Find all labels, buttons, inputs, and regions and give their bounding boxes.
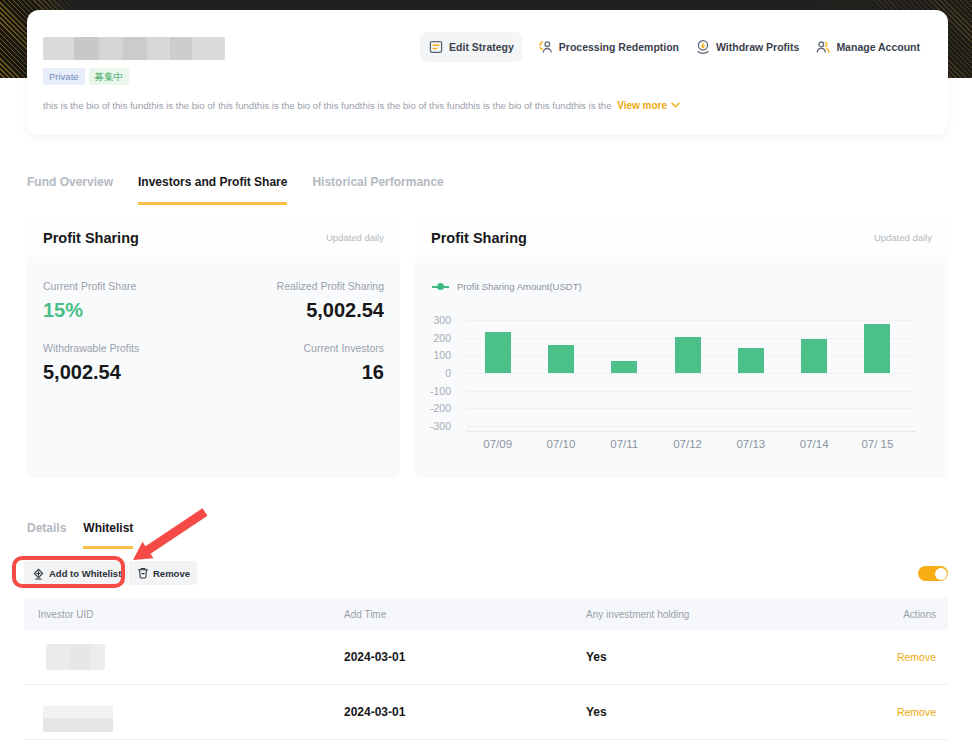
whitelist-tabs: Details Whitelist <box>27 521 133 549</box>
edit-strategy-icon <box>428 39 444 55</box>
processing-redemption-icon <box>538 39 554 55</box>
header-actions: Actions <box>816 609 936 620</box>
table-row: 2024-03-01 Yes Remove <box>24 630 948 685</box>
y-axis-label: -300 <box>425 420 451 432</box>
gridline <box>466 391 916 392</box>
withdraw-profits-label: Withdraw Profits <box>716 41 799 53</box>
x-axis-label: 07/10 <box>529 438 593 450</box>
processing-redemption-button[interactable]: Processing Redemption <box>538 39 679 55</box>
annotation-arrow <box>120 500 220 570</box>
tab-historical-performance[interactable]: Historical Performance <box>312 175 443 205</box>
view-more-link[interactable]: View more <box>617 100 680 111</box>
y-axis-label: -200 <box>425 402 451 414</box>
bar-07/ 15 <box>864 324 890 373</box>
profit-chart: 3002001000-100-200-30007/0907/1007/1107/… <box>425 312 926 462</box>
chevron-down-icon <box>667 100 680 111</box>
x-axis-label: 07/11 <box>592 438 656 450</box>
remove-link[interactable]: Remove <box>816 706 936 718</box>
x-axis-label: 07/ 15 <box>845 438 909 450</box>
remove-link[interactable]: Remove <box>816 651 936 663</box>
gridline <box>466 426 916 427</box>
processing-redemption-label: Processing Redemption <box>559 41 679 53</box>
legend-label: Profit Sharing Amount(USDT) <box>457 281 582 292</box>
chart-legend: Profit Sharing Amount(USDT) <box>432 281 582 292</box>
gridline <box>466 373 916 374</box>
stat-current-investors: Current Investors 16 <box>303 342 384 384</box>
bar-07/14 <box>801 339 827 373</box>
x-axis-label: 07/12 <box>656 438 720 450</box>
annotation-highlight-rect <box>12 556 125 588</box>
tab-details[interactable]: Details <box>27 521 66 549</box>
bar-07/11 <box>611 361 637 373</box>
fund-header-card: Edit Strategy Processing Redemption With… <box>27 10 948 135</box>
x-axis-label: 07/14 <box>782 438 846 450</box>
gridline <box>466 320 916 321</box>
y-axis-label: 100 <box>425 349 451 361</box>
x-axis-line <box>466 431 916 432</box>
legend-line-dot-icon <box>432 286 449 288</box>
tab-investors-profit-share[interactable]: Investors and Profit Share <box>138 175 287 205</box>
stat-realized-profit-sharing: Realized Profit Sharing 5,002.54 <box>277 280 384 322</box>
investor-uid-redacted <box>46 644 105 670</box>
withdraw-profits-icon <box>695 39 711 55</box>
y-axis-label: 200 <box>425 332 451 344</box>
whitelist-table: Investor UID Add Time Any investment hol… <box>24 598 948 740</box>
fund-bio: this is the bio of this fundthis is the … <box>43 100 612 111</box>
profit-summary-title: Profit Sharing <box>43 230 139 246</box>
private-badge: Private <box>43 68 85 85</box>
whitelist-toggle[interactable] <box>918 566 948 581</box>
table-header-row: Investor UID Add Time Any investment hol… <box>24 598 948 630</box>
cell-holding: Yes <box>586 650 816 664</box>
y-axis-label: 300 <box>425 314 451 326</box>
bar-07/12 <box>675 337 701 373</box>
main-tabs: Fund Overview Investors and Profit Share… <box>27 175 444 205</box>
bar-07/09 <box>485 332 511 373</box>
recruiting-badge: 募集中 <box>89 68 130 85</box>
manage-account-button[interactable]: Manage Account <box>815 39 920 55</box>
profit-summary-updated: Updated daily <box>326 232 384 243</box>
profit-chart-title: Profit Sharing <box>431 230 527 246</box>
profit-chart-panel: Profit Sharing Updated daily Profit Shar… <box>415 218 948 478</box>
bar-07/13 <box>738 348 764 373</box>
x-axis-label: 07/09 <box>466 438 530 450</box>
profit-chart-updated: Updated daily <box>874 232 932 243</box>
cell-add-time: 2024-03-01 <box>344 705 586 719</box>
header-investor-uid: Investor UID <box>38 609 344 620</box>
header-add-time: Add Time <box>344 609 586 620</box>
manage-account-label: Manage Account <box>836 41 920 53</box>
fund-actions: Edit Strategy Processing Redemption With… <box>420 32 920 62</box>
table-row: 2024-03-01 Yes Remove <box>24 685 948 740</box>
investor-uid-redacted <box>43 706 113 732</box>
bar-07/10 <box>548 345 574 373</box>
cell-add-time: 2024-03-01 <box>344 650 586 664</box>
cell-holding: Yes <box>586 705 816 719</box>
withdraw-profits-button[interactable]: Withdraw Profits <box>695 39 799 55</box>
edit-strategy-label: Edit Strategy <box>449 41 514 53</box>
y-axis-label: 0 <box>425 367 451 379</box>
tab-fund-overview[interactable]: Fund Overview <box>27 175 113 205</box>
y-axis-label: -100 <box>425 385 451 397</box>
stat-current-profit-share: Current Profit Share 15% <box>43 280 136 322</box>
x-axis-label: 07/13 <box>719 438 783 450</box>
gridline <box>466 408 916 409</box>
manage-account-icon <box>815 39 831 55</box>
stat-withdrawable-profits: Withdrawable Profits 5,002.54 <box>43 342 139 384</box>
header-any-investment-holding: Any investment holding <box>586 609 816 620</box>
fund-badges: Private 募集中 <box>43 68 129 85</box>
profit-summary-panel: Profit Sharing Updated daily Current Pro… <box>27 218 400 478</box>
edit-strategy-button[interactable]: Edit Strategy <box>420 32 522 62</box>
fund-title-redacted <box>43 37 225 60</box>
toggle-knob <box>935 568 947 580</box>
